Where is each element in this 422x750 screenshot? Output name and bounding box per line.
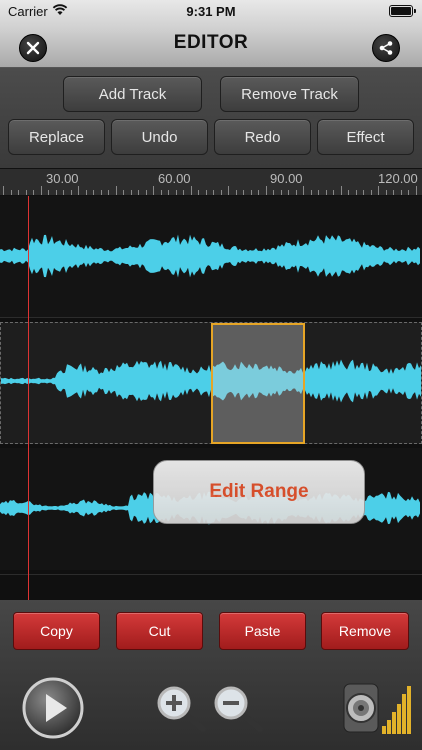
ruler-tick bbox=[130, 190, 132, 195]
ruler-tick bbox=[168, 190, 169, 195]
ruler-tick bbox=[258, 190, 259, 195]
track-divider bbox=[0, 574, 422, 575]
tracks-area: Edit Range bbox=[0, 196, 422, 600]
track-1[interactable] bbox=[0, 196, 422, 318]
edit-range-tooltip[interactable]: Edit Range bbox=[153, 460, 365, 524]
ruler-tick bbox=[265, 186, 267, 195]
playhead[interactable] bbox=[28, 196, 29, 600]
add-track-button[interactable]: Add Track bbox=[63, 76, 202, 112]
ruler-tick bbox=[340, 186, 342, 195]
ruler-tick bbox=[355, 190, 357, 195]
ruler-tick bbox=[145, 190, 147, 195]
ruler-tick bbox=[85, 190, 87, 195]
ruler-tick bbox=[63, 190, 64, 195]
ruler-tick bbox=[55, 190, 57, 195]
selection-range[interactable] bbox=[211, 323, 305, 444]
ruler-tick-label: 120.00 bbox=[378, 171, 418, 186]
header-bar: Carrier 9:31 PM EDITOR bbox=[0, 0, 422, 68]
ruler-tick bbox=[33, 190, 34, 195]
ruler-tick bbox=[183, 190, 184, 195]
ruler-tick bbox=[415, 186, 417, 195]
ruler-tick bbox=[93, 190, 94, 195]
ruler-tick bbox=[303, 186, 304, 195]
replace-button[interactable]: Replace bbox=[8, 119, 105, 155]
ruler-tick bbox=[310, 190, 312, 195]
ruler-tick bbox=[160, 190, 162, 195]
ruler-tick bbox=[325, 190, 327, 195]
ruler-tick bbox=[250, 190, 252, 195]
clock: 9:31 PM bbox=[186, 4, 236, 19]
ruler-tick bbox=[10, 190, 12, 195]
remove-track-button[interactable]: Remove Track bbox=[220, 76, 359, 112]
ruler-tick bbox=[100, 190, 102, 195]
cut-button[interactable]: Cut bbox=[116, 612, 203, 650]
battery-icon bbox=[389, 5, 416, 17]
ruler-tick bbox=[205, 190, 207, 195]
ruler-tick bbox=[213, 190, 214, 195]
share-button[interactable] bbox=[372, 34, 400, 62]
undo-button[interactable]: Undo bbox=[111, 119, 208, 155]
ruler-tick bbox=[48, 190, 49, 195]
ruler-tick bbox=[333, 190, 334, 195]
ruler-tick bbox=[18, 190, 19, 195]
ruler-tick-label: 30.00 bbox=[46, 171, 79, 186]
ruler-tick bbox=[198, 190, 199, 195]
play-icon[interactable] bbox=[21, 676, 85, 740]
ruler-tick bbox=[243, 190, 244, 195]
remove-button[interactable]: Remove bbox=[321, 612, 409, 650]
ruler-tick bbox=[190, 186, 192, 195]
ruler-tick bbox=[138, 190, 139, 195]
zoom-out-icon[interactable] bbox=[212, 684, 266, 734]
page-title: EDITOR bbox=[173, 32, 249, 53]
ruler-tick bbox=[408, 190, 409, 195]
ruler-tick bbox=[228, 186, 229, 195]
ruler-tick bbox=[280, 190, 282, 195]
waveform-track-1 bbox=[0, 234, 420, 278]
ruler-tick bbox=[40, 186, 42, 195]
copy-button[interactable]: Copy bbox=[13, 612, 100, 650]
toolbar-panel: Add Track Remove Track Replace Undo Redo… bbox=[0, 68, 422, 168]
ruler-tick bbox=[378, 186, 379, 195]
ruler-tick-label: 90.00 bbox=[270, 171, 303, 186]
share-icon bbox=[379, 41, 393, 55]
ruler-tick bbox=[235, 190, 237, 195]
ruler-tick bbox=[295, 190, 297, 195]
bottom-controls: Copy Cut Paste Remove bbox=[0, 600, 422, 750]
ruler-tick bbox=[3, 186, 4, 195]
ruler-tick-label: 60.00 bbox=[158, 171, 191, 186]
paste-button[interactable]: Paste bbox=[219, 612, 306, 650]
ruler-tick bbox=[108, 190, 109, 195]
waveform-shape bbox=[0, 234, 420, 278]
ruler-tick bbox=[363, 190, 364, 195]
ruler-tick bbox=[78, 186, 79, 195]
ruler-tick bbox=[153, 186, 154, 195]
ruler-tick bbox=[348, 190, 349, 195]
ruler-tick bbox=[220, 190, 222, 195]
ruler-tick bbox=[288, 190, 289, 195]
ruler-tick bbox=[25, 190, 27, 195]
ruler-tick bbox=[370, 190, 372, 195]
ruler-tick bbox=[393, 190, 394, 195]
ruler-tick bbox=[400, 190, 402, 195]
redo-button[interactable]: Redo bbox=[214, 119, 311, 155]
ruler-tick bbox=[70, 190, 72, 195]
ruler-tick bbox=[385, 190, 387, 195]
ruler-tick bbox=[318, 190, 319, 195]
speaker-volume-icon[interactable] bbox=[342, 680, 412, 740]
zoom-in-icon[interactable] bbox=[155, 684, 209, 734]
status-bar: Carrier 9:31 PM bbox=[0, 0, 422, 22]
effect-button[interactable]: Effect bbox=[317, 119, 414, 155]
ruler-tick bbox=[273, 190, 274, 195]
ruler-tick bbox=[175, 190, 177, 195]
ruler-tick bbox=[123, 190, 124, 195]
ruler-tick bbox=[115, 186, 117, 195]
timeline-ruler[interactable]: 30.00 60.00 90.00 120.00 bbox=[0, 168, 422, 196]
